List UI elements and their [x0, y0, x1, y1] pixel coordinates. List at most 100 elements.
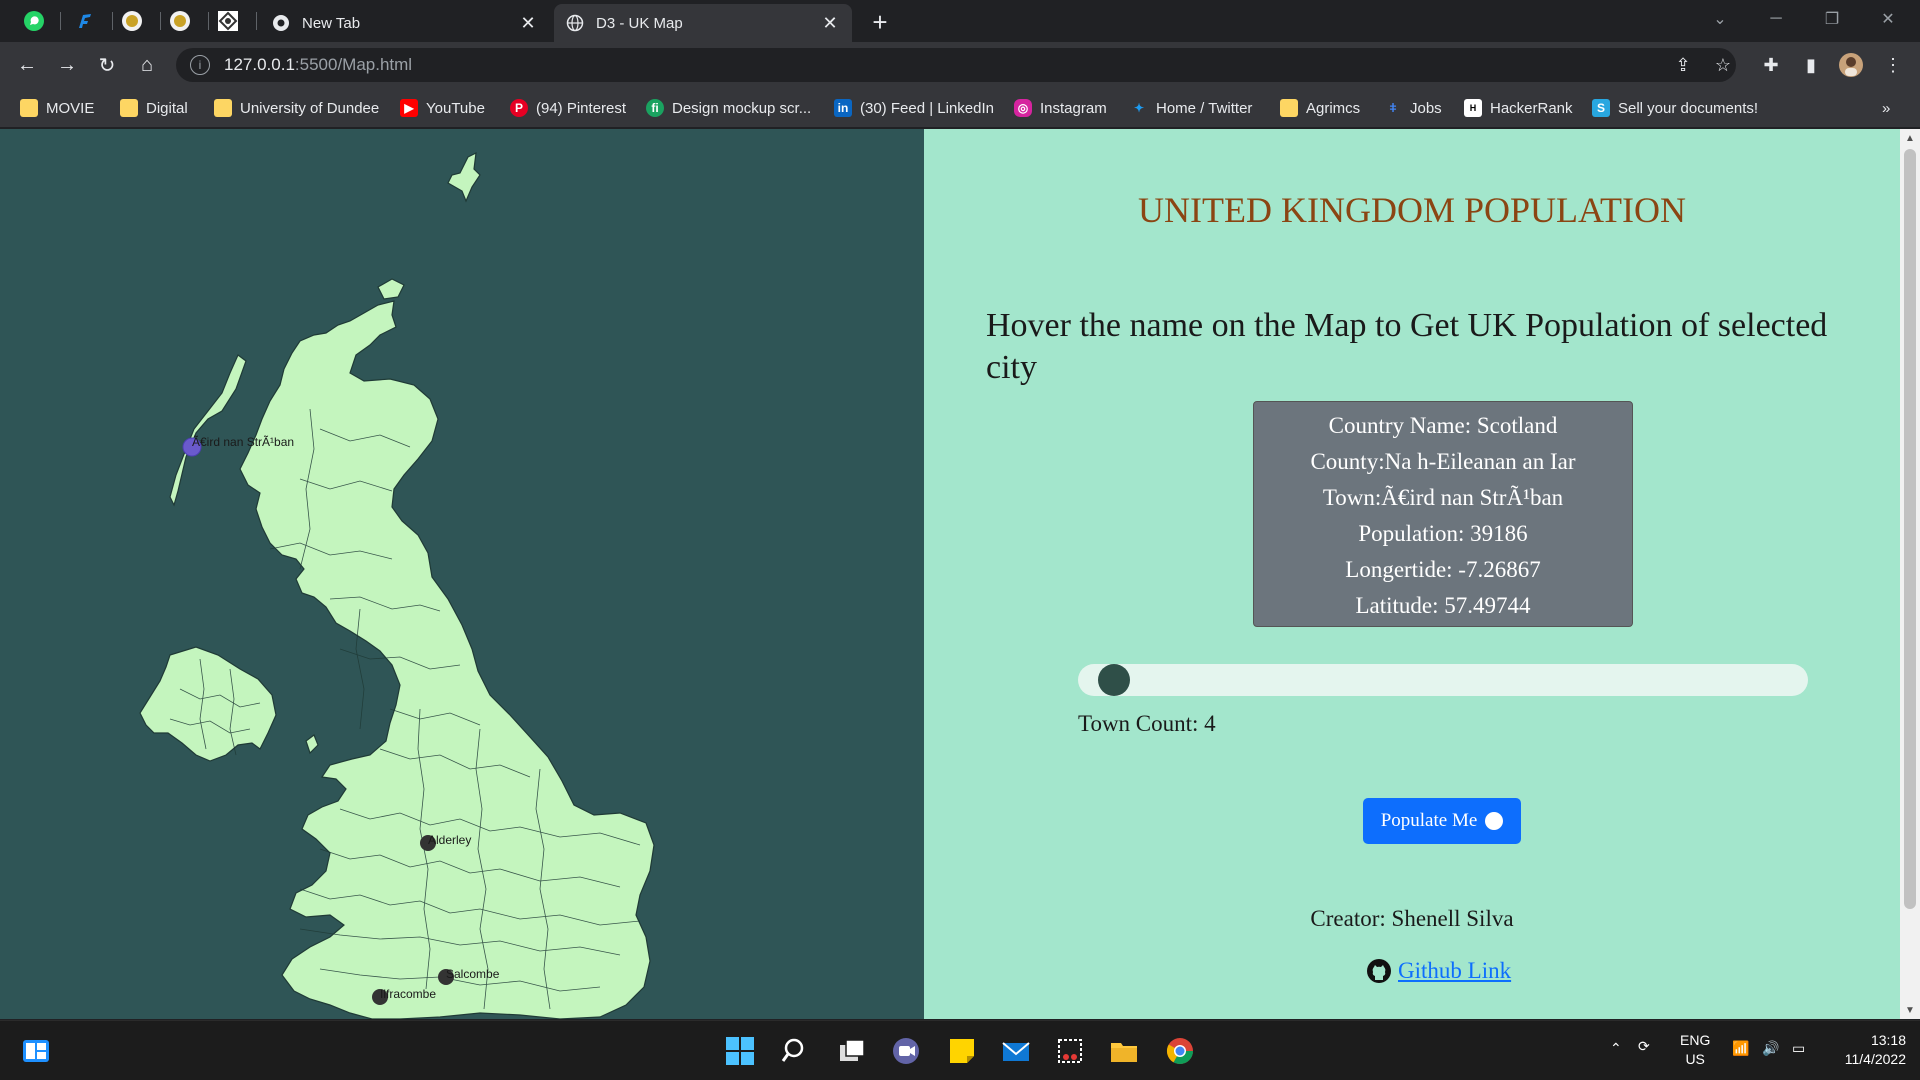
bookmark-item[interactable]: University of Dundee: [214, 96, 379, 120]
slider-thumb[interactable]: [1098, 664, 1130, 696]
bookmark-item[interactable]: P (94) Pinterest: [510, 96, 626, 120]
folder-icon: [120, 99, 138, 117]
avatar[interactable]: [1836, 50, 1866, 80]
folder-icon: [1280, 99, 1298, 117]
globe-icon: [566, 14, 584, 32]
extensions-icon[interactable]: ✚: [1756, 50, 1786, 80]
sync-icon[interactable]: ⟳: [1638, 1037, 1650, 1056]
language-indicator[interactable]: ENG US: [1680, 1031, 1710, 1069]
volume-icon[interactable]: 🔊: [1762, 1039, 1779, 1058]
new-tab-button[interactable]: +: [866, 7, 894, 37]
bookmark-item[interactable]: S Sell your documents!: [1592, 96, 1758, 120]
page-scrollbar[interactable]: ▲ ▼: [1900, 129, 1920, 1019]
close-icon[interactable]: ✕: [518, 13, 538, 33]
bookmark-label: Home / Twitter: [1156, 99, 1253, 117]
f-logo-icon: [79, 14, 91, 28]
bookmark-label: MOVIE: [46, 99, 95, 117]
task-view-icon[interactable]: [832, 1031, 872, 1071]
whatsapp-icon: [24, 11, 44, 31]
linkedin-icon: in: [834, 99, 852, 117]
bookmark-item[interactable]: MOVIE: [20, 96, 94, 120]
sticky-notes-icon[interactable]: [942, 1031, 982, 1071]
bookmark-item[interactable]: ✦ Home / Twitter: [1130, 96, 1252, 120]
teams-chat-icon[interactable]: [886, 1031, 926, 1071]
scrollbar-thumb[interactable]: [1904, 149, 1916, 909]
pinned-tab-seal-1[interactable]: [114, 6, 150, 36]
bookmark-item[interactable]: H HackerRank: [1464, 96, 1573, 120]
fi-icon: fi: [646, 99, 664, 117]
wifi-icon[interactable]: 📶: [1732, 1039, 1749, 1058]
bookmarks-bar: MOVIE Digital University of Dundee ▶ YouT…: [0, 88, 1920, 128]
time-label: 13:18: [1870, 1032, 1906, 1048]
bookmark-item[interactable]: ǂ Jobs: [1384, 96, 1441, 120]
bookmark-item[interactable]: Digital: [120, 96, 188, 120]
pinned-tab-seal-2[interactable]: [162, 6, 198, 36]
pinned-tab-whatsapp[interactable]: [16, 6, 52, 36]
bookmark-label: Design mockup scr...: [672, 99, 812, 117]
home-button[interactable]: ⌂: [132, 50, 162, 80]
town-label: Ã€ird nan StrÃ¹ban: [192, 435, 294, 449]
pattern-icon: [218, 11, 238, 31]
more-bookmarks-button[interactable]: »: [1882, 96, 1890, 120]
scroll-down-icon[interactable]: ▼: [1900, 1001, 1920, 1019]
side-panel-icon[interactable]: ▮: [1796, 50, 1826, 80]
restore-button[interactable]: ❐: [1804, 0, 1860, 38]
battery-icon[interactable]: ▭: [1792, 1039, 1805, 1058]
site-info-icon[interactable]: i: [190, 55, 210, 75]
minimize-button[interactable]: ─: [1748, 0, 1804, 38]
isle-of-man-region: [305, 734, 319, 755]
bookmark-item[interactable]: in (30) Feed | LinkedIn: [834, 96, 994, 120]
widgets-icon[interactable]: [16, 1031, 56, 1071]
bookmark-label: HackerRank: [1490, 99, 1573, 117]
tab-strip: New Tab ✕ D3 - UK Map ✕ + ⌄ ─ ❐ ✕: [0, 0, 1920, 42]
chrome-icon: [272, 14, 290, 32]
uk-map: Ã€ird nan StrÃ¹ban Alderley Salcombe Ilf…: [139, 151, 655, 1019]
bookmark-label: University of Dundee: [240, 99, 380, 117]
bookmark-item[interactable]: ▶ YouTube: [400, 96, 485, 120]
scroll-up-icon[interactable]: ▲: [1900, 129, 1920, 147]
language-label: ENG: [1680, 1032, 1711, 1048]
pinned-tab-pattern[interactable]: [210, 6, 246, 36]
address-bar[interactable]: i 127.0.0.1:5500/Map.html: [176, 48, 1736, 82]
close-icon[interactable]: ✕: [820, 13, 840, 33]
chevron-down-icon[interactable]: ⌄: [1692, 0, 1748, 38]
tab-new-tab[interactable]: New Tab ✕: [260, 4, 550, 42]
snipping-tool-icon[interactable]: [1050, 1031, 1090, 1071]
tray-chevron-up-icon[interactable]: ⌃: [1610, 1039, 1622, 1058]
bookmark-label: Digital: [146, 99, 188, 117]
bookmark-item[interactable]: ◎ Instagram: [1014, 96, 1107, 120]
page-title: UNITED KINGDOM POPULATION: [1138, 190, 1686, 230]
seal-icon: [122, 11, 142, 31]
github-link[interactable]: Github Link: [1398, 958, 1511, 984]
reload-button[interactable]: ↻: [92, 50, 122, 80]
clock[interactable]: 13:18 11/4/2022: [1826, 1031, 1906, 1069]
bookmark-label: Agrimcs: [1306, 99, 1361, 117]
url-path: :5500/Map.html: [294, 55, 413, 74]
bookmark-star-icon[interactable]: ☆: [1708, 50, 1738, 80]
town-count-label: Town Count: 4: [1078, 711, 1216, 736]
seal-icon: [170, 11, 190, 31]
town-count-slider[interactable]: [1078, 664, 1808, 696]
mail-icon[interactable]: [996, 1031, 1036, 1071]
creator-text: Creator: Shenell Silva: [1310, 906, 1514, 931]
start-icon[interactable]: [720, 1031, 760, 1071]
chrome-icon[interactable]: [1160, 1031, 1200, 1071]
share-icon[interactable]: ⇪: [1668, 50, 1698, 80]
forward-button[interactable]: →: [52, 50, 82, 80]
menu-icon[interactable]: ⋮: [1878, 50, 1908, 80]
back-button[interactable]: ←: [12, 50, 42, 80]
file-explorer-icon[interactable]: [1104, 1031, 1144, 1071]
twitter-icon: ✦: [1133, 101, 1145, 115]
close-window-button[interactable]: ✕: [1860, 0, 1916, 38]
pinned-tab-f[interactable]: [66, 6, 102, 36]
tooltip-town: Town:Ã€ird nan StrÃ¹ban: [1322, 485, 1564, 510]
spinner-icon: [1485, 812, 1504, 830]
bookmark-item[interactable]: fi Design mockup scr...: [646, 96, 811, 120]
tab-d3-uk-map[interactable]: D3 - UK Map ✕: [554, 4, 852, 42]
instructions-text: Hover the name on the Map to Get UK Popu…: [986, 307, 1828, 386]
hackerrank-icon: H: [1464, 99, 1482, 117]
populate-button[interactable]: Populate Me: [1363, 798, 1521, 844]
bookmark-item[interactable]: Agrimcs: [1280, 96, 1360, 120]
tooltip-latitude: Latitude: 57.49744: [1355, 593, 1531, 618]
search-icon[interactable]: [776, 1031, 816, 1071]
